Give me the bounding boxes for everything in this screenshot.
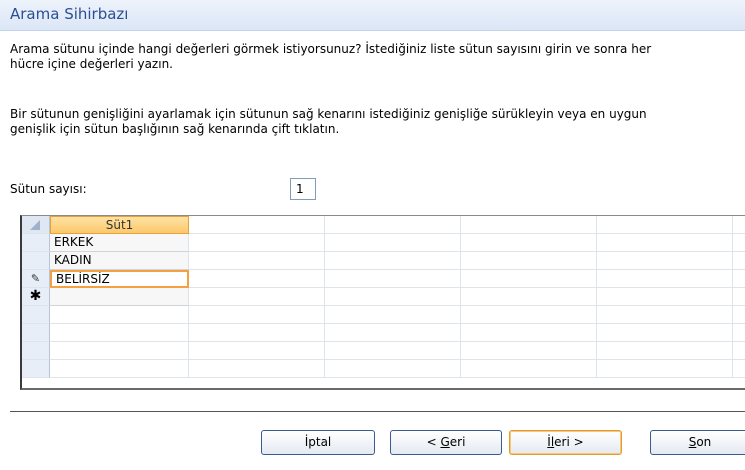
instruction-width-line1: Bir sütunun genişliğini ayarlamak için s… <box>10 107 647 121</box>
empty-cell <box>189 306 325 324</box>
row-selector-empty <box>22 360 50 378</box>
empty-cell <box>733 288 745 306</box>
new-record-icon: ✱ <box>29 288 42 304</box>
instruction-width: Bir sütunun genişliğini ayarlamak için s… <box>10 107 745 137</box>
empty-cell <box>597 270 733 288</box>
row-selector[interactable] <box>22 234 50 252</box>
empty-cell <box>733 360 745 378</box>
row-selector[interactable]: ✱ <box>22 288 50 306</box>
empty-cell <box>325 288 461 306</box>
grid-row-editing: ✎ BELİRSİZ <box>22 270 745 288</box>
empty-cell <box>461 234 597 252</box>
instruction-values: Arama sütunu içinde hangi değerleri görm… <box>10 42 745 72</box>
empty-cell <box>733 252 745 270</box>
empty-cell <box>189 360 325 378</box>
empty-cell <box>189 270 325 288</box>
empty-cell <box>461 252 597 270</box>
back-button-accesskey: G <box>440 435 450 449</box>
finish-button-rest: on <box>696 435 712 449</box>
empty-cell <box>325 342 461 360</box>
back-button-rest: eri <box>449 435 466 449</box>
back-button-prefix: < <box>426 435 441 449</box>
empty-cell <box>597 342 733 360</box>
grid-row-new: ✱ <box>22 288 745 306</box>
empty-cell <box>325 270 461 288</box>
empty-header <box>325 216 461 234</box>
grid-row: ERKEK <box>22 234 745 252</box>
empty-cell <box>461 270 597 288</box>
empty-cell <box>189 342 325 360</box>
finish-button[interactable]: Son <box>650 430 745 455</box>
empty-cell <box>461 306 597 324</box>
empty-header <box>461 216 597 234</box>
grid-empty-row <box>22 324 745 342</box>
pencil-icon: ✎ <box>30 272 41 285</box>
next-button[interactable]: İleri > <box>509 430 622 455</box>
title-bar: Arama Sihirbazı <box>0 0 745 31</box>
empty-cell <box>189 234 325 252</box>
empty-cell <box>597 252 733 270</box>
cancel-button-label: İptal <box>304 435 332 449</box>
row-selector[interactable]: ✎ <box>22 270 50 288</box>
row-selector[interactable] <box>22 252 50 270</box>
empty-cell <box>50 324 189 342</box>
empty-cell <box>189 324 325 342</box>
values-grid: Süt1 ERKEK KADIN ✎ BELİRSİZ ✱ <box>20 215 745 390</box>
window-title: Arama Sihirbazı <box>10 5 129 23</box>
empty-header <box>189 216 325 234</box>
empty-cell <box>50 360 189 378</box>
empty-cell <box>325 306 461 324</box>
empty-cell <box>461 342 597 360</box>
grid-empty-row <box>22 360 745 378</box>
grid-cell-new[interactable] <box>50 288 189 306</box>
instruction-values-line1: Arama sütunu içinde hangi değerleri görm… <box>10 42 652 56</box>
select-all-corner[interactable] <box>22 216 50 234</box>
empty-cell <box>325 324 461 342</box>
empty-header <box>733 216 745 234</box>
empty-cell <box>597 288 733 306</box>
grid-empty-row <box>22 306 745 324</box>
grid-row: KADIN <box>22 252 745 270</box>
empty-cell <box>461 360 597 378</box>
grid-cell[interactable]: ERKEK <box>50 234 189 252</box>
select-all-icon <box>30 220 40 230</box>
empty-cell <box>325 234 461 252</box>
empty-cell <box>733 234 745 252</box>
empty-cell <box>733 342 745 360</box>
row-selector-empty <box>22 306 50 324</box>
grid-cell[interactable]: KADIN <box>50 252 189 270</box>
row-selector-empty <box>22 324 50 342</box>
empty-cell <box>189 252 325 270</box>
back-button[interactable]: < Geri <box>390 430 502 455</box>
row-selector-empty <box>22 342 50 360</box>
instruction-width-line2: genişlik için sütun başlığının sağ kenar… <box>10 122 340 136</box>
empty-cell <box>189 288 325 306</box>
empty-cell <box>461 324 597 342</box>
empty-cell <box>597 306 733 324</box>
empty-cell <box>50 306 189 324</box>
next-button-rest: eri > <box>554 435 584 449</box>
empty-cell <box>733 270 745 288</box>
column-header-sut1[interactable]: Süt1 <box>50 216 189 234</box>
empty-cell <box>325 360 461 378</box>
empty-cell <box>733 306 745 324</box>
empty-cell <box>461 288 597 306</box>
empty-cell <box>325 252 461 270</box>
grid-header-row: Süt1 <box>22 216 745 234</box>
grid-empty-row <box>22 342 745 360</box>
column-count-input[interactable]: 1 <box>290 178 316 200</box>
instruction-values-line2: hücre içine değerleri yazın. <box>10 57 173 71</box>
empty-cell <box>597 360 733 378</box>
empty-header <box>597 216 733 234</box>
column-count-label: Sütun sayısı: <box>10 182 87 196</box>
button-separator <box>10 411 745 412</box>
cancel-button[interactable]: İptal <box>261 430 375 455</box>
empty-cell <box>50 342 189 360</box>
empty-cell <box>597 324 733 342</box>
empty-cell <box>733 324 745 342</box>
grid-cell-active[interactable]: BELİRSİZ <box>50 270 189 288</box>
empty-cell <box>597 234 733 252</box>
